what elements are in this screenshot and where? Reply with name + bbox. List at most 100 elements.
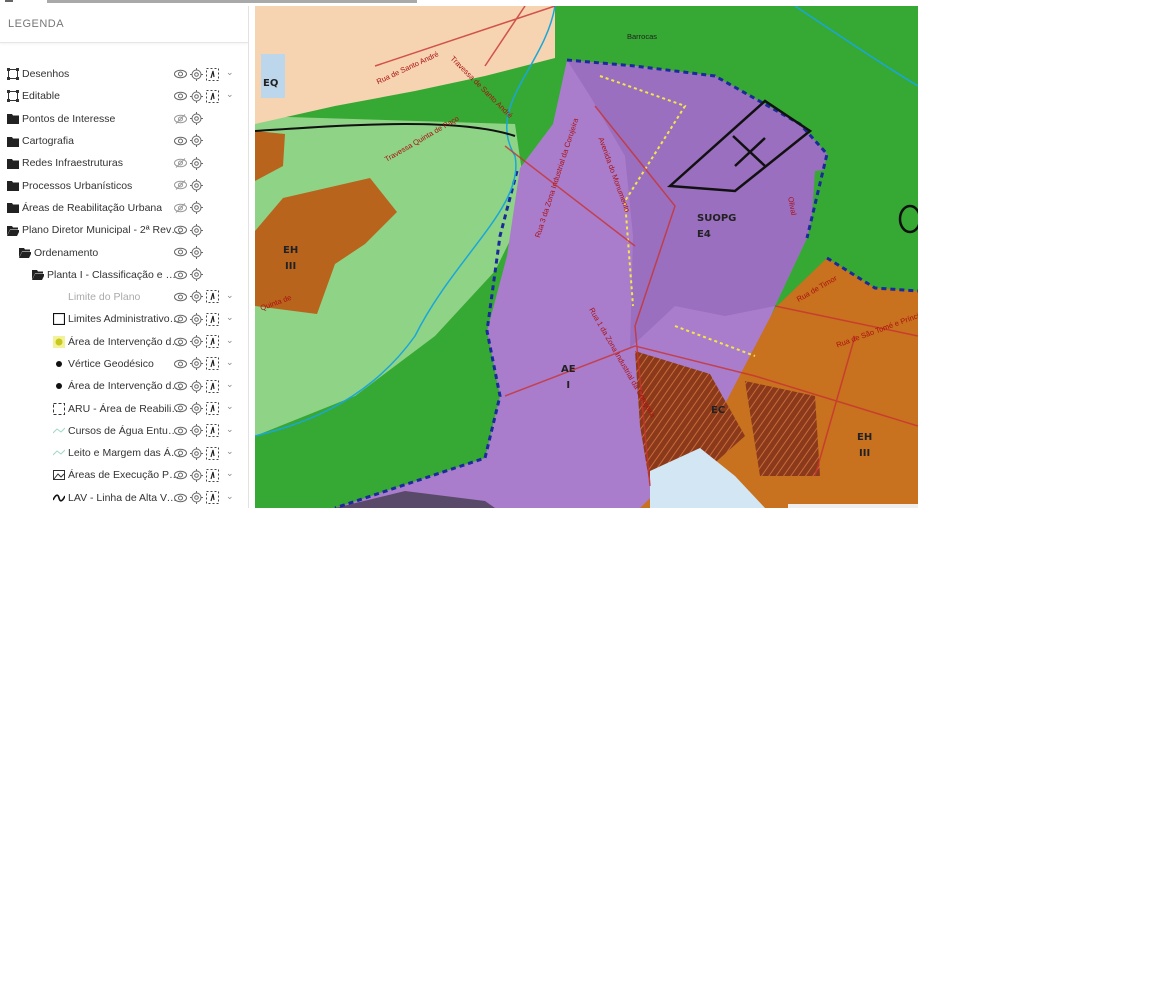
chevron-down-icon[interactable]: ⌄ (226, 468, 234, 479)
select-features-icon[interactable] (205, 379, 219, 393)
horizontal-scrollbar[interactable] (47, 0, 417, 3)
layer-item[interactable]: Pontos de Interesse (0, 108, 248, 130)
eye-icon[interactable] (173, 245, 187, 259)
layer-item[interactable]: Desenhos ⌄ (0, 63, 248, 85)
chevron-down-icon[interactable]: ⌄ (226, 312, 234, 323)
eye-icon[interactable] (173, 89, 187, 103)
eye-icon[interactable] (173, 67, 187, 81)
wave-line-icon (53, 492, 65, 504)
layer-label: Cursos de Água Entubad... (68, 424, 182, 437)
layer-label: Vértice Geodésico (68, 358, 154, 370)
folder-icon (7, 180, 19, 192)
layer-item[interactable]: Leito e Margem das Águ... ⌄ (0, 442, 248, 464)
eye-icon[interactable] (173, 491, 187, 505)
light-line-icon (53, 425, 65, 437)
eye-icon[interactable] (173, 335, 187, 349)
chevron-down-icon[interactable]: ⌄ (226, 424, 234, 435)
select-features-icon[interactable] (205, 357, 219, 371)
eye-off-icon[interactable] (173, 178, 187, 192)
chevron-down-icon[interactable]: ⌄ (226, 290, 234, 301)
eye-off-icon[interactable] (173, 112, 187, 126)
locate-target-icon[interactable] (189, 424, 203, 438)
chevron-down-icon[interactable]: ⌄ (226, 446, 234, 457)
layer-item[interactable]: Limites Administrativos - ... ⌄ (0, 308, 248, 330)
layer-item[interactable]: Vértice Geodésico ⌄ (0, 353, 248, 375)
select-features-icon[interactable] (205, 424, 219, 438)
layer-item[interactable]: LAV - Linha de Alta Veloc... ⌄ (0, 487, 248, 508)
locate-target-icon[interactable] (189, 335, 203, 349)
select-features-icon[interactable] (205, 312, 219, 326)
scale-bar (788, 504, 918, 508)
layer-item[interactable]: Plano Diretor Municipal - 2ª Revis... (0, 219, 248, 241)
layer-item[interactable]: Limite do Plano ⌄ (0, 286, 248, 308)
locate-target-icon[interactable] (189, 468, 203, 482)
locate-target-icon[interactable] (189, 312, 203, 326)
locate-target-icon[interactable] (189, 357, 203, 371)
locate-target-icon[interactable] (189, 201, 203, 215)
eye-off-icon[interactable] (173, 201, 187, 215)
layer-item[interactable]: Área de Intervenção de ... ⌄ (0, 375, 248, 397)
chevron-down-icon[interactable]: ⌄ (226, 491, 234, 502)
locate-target-icon[interactable] (189, 89, 203, 103)
eye-icon[interactable] (173, 424, 187, 438)
chevron-down-icon[interactable]: ⌄ (226, 67, 234, 78)
eye-icon[interactable] (173, 312, 187, 326)
eye-icon[interactable] (173, 468, 187, 482)
eye-icon[interactable] (173, 401, 187, 415)
locate-target-icon[interactable] (189, 446, 203, 460)
select-features-icon[interactable] (205, 89, 219, 103)
layer-item[interactable]: Área de Intervenção de ... ⌄ (0, 331, 248, 353)
layer-item[interactable]: Redes Infraestruturas (0, 152, 248, 174)
layer-item[interactable]: Ordenamento (0, 241, 248, 263)
layer-item[interactable]: Planta I - Classificação e Qu... (0, 264, 248, 286)
locate-target-icon[interactable] (189, 245, 203, 259)
eye-icon[interactable] (173, 290, 187, 304)
select-features-icon[interactable] (205, 468, 219, 482)
menu-handle[interactable] (5, 0, 13, 2)
map-canvas[interactable] (255, 6, 918, 508)
eye-icon[interactable] (173, 357, 187, 371)
eye-off-icon[interactable] (173, 156, 187, 170)
locate-target-icon[interactable] (189, 290, 203, 304)
image-icon (53, 469, 65, 481)
black-dot-icon (53, 380, 65, 392)
select-features-icon[interactable] (205, 335, 219, 349)
layer-item[interactable]: ARU - Área de Reabilitaç... ⌄ (0, 397, 248, 419)
locate-target-icon[interactable] (189, 223, 203, 237)
eye-icon[interactable] (173, 268, 187, 282)
locate-target-icon[interactable] (189, 379, 203, 393)
eye-icon[interactable] (173, 223, 187, 237)
layer-item[interactable]: Processos Urbanísticos (0, 174, 248, 196)
layer-item[interactable]: Áreas de Execução Progr... ⌄ (0, 464, 248, 486)
layer-label: Desenhos (22, 68, 70, 81)
eye-icon[interactable] (173, 134, 187, 148)
chevron-down-icon[interactable]: ⌄ (226, 357, 234, 368)
eye-icon[interactable] (173, 379, 187, 393)
select-features-icon[interactable] (205, 401, 219, 415)
layer-item[interactable]: Cursos de Água Entubad... ⌄ (0, 420, 248, 442)
locate-target-icon[interactable] (189, 491, 203, 505)
locate-target-icon[interactable] (189, 268, 203, 282)
locate-target-icon[interactable] (189, 401, 203, 415)
select-features-icon[interactable] (205, 491, 219, 505)
layer-label: Áreas de Reabilitação Urbana (22, 201, 163, 214)
layer-item[interactable]: Áreas de Reabilitação Urbana (0, 197, 248, 219)
select-features-icon[interactable] (205, 67, 219, 81)
chevron-down-icon[interactable]: ⌄ (226, 379, 234, 390)
select-features-icon[interactable] (205, 290, 219, 304)
chevron-down-icon[interactable]: ⌄ (226, 335, 234, 346)
chevron-down-icon[interactable]: ⌄ (226, 401, 234, 412)
chevron-down-icon[interactable]: ⌄ (226, 89, 234, 100)
map-view[interactable]: EQ EH III SUOPG E4 AE I EC EH III Barrocas R… (255, 6, 918, 508)
locate-target-icon[interactable] (189, 67, 203, 81)
layer-label: Redes Infraestruturas (22, 157, 123, 170)
eye-icon[interactable] (173, 446, 187, 460)
zone-code: EH (857, 432, 873, 443)
layer-item[interactable]: Editable ⌄ (0, 85, 248, 107)
locate-target-icon[interactable] (189, 178, 203, 192)
locate-target-icon[interactable] (189, 156, 203, 170)
select-features-icon[interactable] (205, 446, 219, 460)
locate-target-icon[interactable] (189, 134, 203, 148)
layer-item[interactable]: Cartografia (0, 130, 248, 152)
locate-target-icon[interactable] (189, 112, 203, 126)
